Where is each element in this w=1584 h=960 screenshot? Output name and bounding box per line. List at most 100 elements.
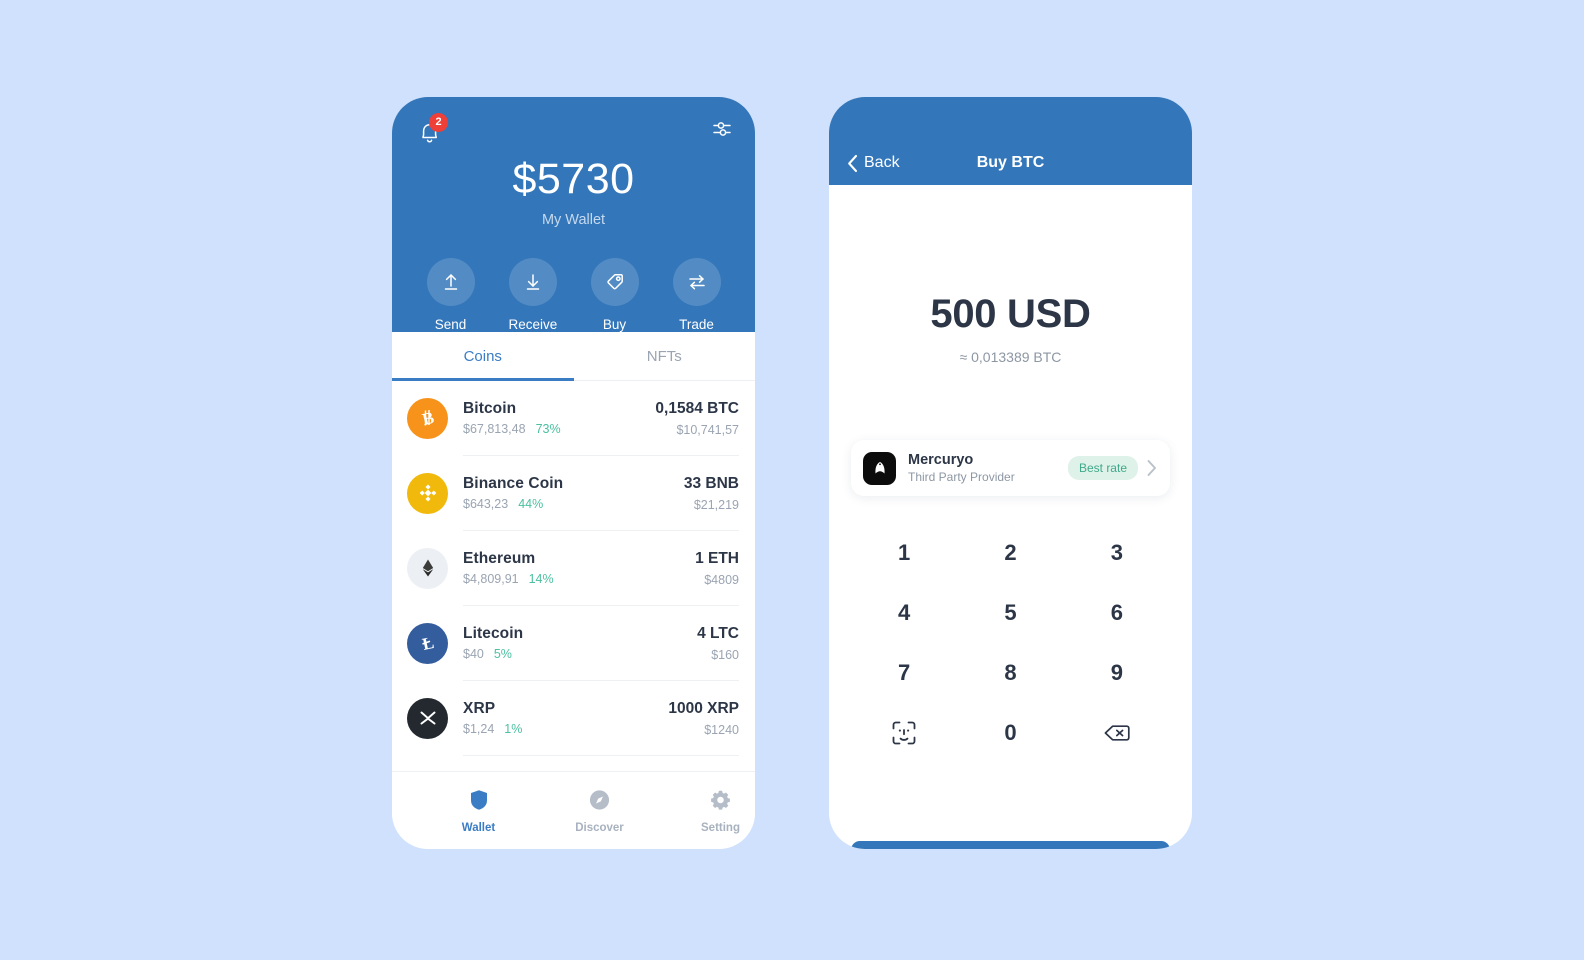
coin-info: Ethereum $4,809,91 14%	[463, 550, 695, 586]
tab-nfts[interactable]: NFTs	[574, 332, 756, 380]
table-row[interactable]: XRP $1,24 1% 1000 XRP $1240	[392, 681, 755, 755]
binance-coin-icon	[407, 472, 448, 514]
coin-value: $1240	[704, 722, 739, 737]
provider-text: Mercuryo Third Party Provider	[908, 452, 1068, 484]
xrp-icon	[407, 697, 448, 739]
coin-name: XRP	[463, 700, 496, 717]
arrow-up-send-icon	[444, 274, 457, 290]
buy-header: Back Buy BTC	[829, 97, 1192, 185]
coin-value: $4809	[704, 572, 739, 587]
coin-info: Bitcoin $67,813,48 73%	[463, 400, 655, 436]
coin-info: XRP $1,24 1%	[463, 700, 668, 736]
action-receive-circle	[508, 258, 557, 306]
key-9[interactable]: 9	[1064, 648, 1170, 698]
key-1[interactable]: 1	[851, 528, 957, 578]
action-trade-button[interactable]: Trade	[672, 258, 721, 332]
wallet-settings-button[interactable]	[711, 118, 733, 145]
bottom-navigation: Wallet Discover Setting	[392, 771, 755, 849]
coin-holdings: 1000 XRP $1240	[668, 700, 739, 737]
back-button[interactable]: Back	[847, 154, 900, 173]
next-button[interactable]: Next	[851, 841, 1170, 849]
coin-price: $4,809,91	[463, 572, 519, 586]
wallet-balance-amount: $5730	[512, 155, 635, 203]
action-send-button[interactable]: Send	[426, 258, 475, 332]
coin-price: $643,23	[463, 497, 509, 511]
bitcoin-icon: B	[407, 397, 448, 439]
coin-subline: $1,24 1%	[463, 722, 668, 736]
arrow-down-receive-icon	[526, 274, 539, 290]
table-row[interactable]: Ethereum $4,809,91 14% 1 ETH $4809	[392, 531, 755, 605]
tab-coins[interactable]: Coins	[392, 332, 574, 381]
table-row[interactable]: L Litecoin $40 5% 4 LTC $160	[392, 606, 755, 680]
coin-change: 73%	[535, 422, 561, 436]
buy-btc-phone-screen: Back Buy BTC 500 USD ≈ 0,013389 BTC Merc…	[829, 97, 1192, 849]
coin-holdings: 4 LTC $160	[697, 625, 739, 662]
coin-value: $21,219	[693, 497, 739, 512]
coin-change: 1%	[504, 722, 523, 736]
coin-subline: $67,813,48 73%	[463, 422, 655, 436]
key-0[interactable]: 0	[957, 708, 1063, 758]
nav-item-setting[interactable]: Setting	[686, 788, 755, 834]
nav-item-setting-label: Setting	[701, 821, 740, 834]
exchange-arrows-icon	[688, 275, 705, 290]
price-tag-icon	[606, 274, 623, 290]
coin-amount: 0,1584 BTC	[655, 399, 739, 417]
key-8[interactable]: 8	[957, 648, 1063, 698]
table-row[interactable]: B Bitcoin $67,813,48 73% 0,1584 BTC $10,…	[392, 381, 755, 455]
ethereum-icon	[407, 547, 448, 589]
nav-item-discover-label: Discover	[575, 821, 624, 834]
coin-value: $10,741,57	[676, 422, 739, 437]
notifications-button[interactable]: 2	[417, 113, 448, 146]
provider-subtitle: Third Party Provider	[908, 470, 1015, 484]
notifications-badge: 2	[429, 113, 448, 132]
chevron-left-icon	[848, 154, 858, 172]
chevron-right-icon	[1147, 460, 1156, 476]
divider	[463, 755, 739, 756]
coin-holdings: 0,1584 BTC $10,741,57	[655, 400, 739, 437]
key-4[interactable]: 4	[851, 588, 957, 638]
action-trade-circle	[672, 258, 721, 306]
nav-item-wallet-label: Wallet	[461, 821, 496, 834]
action-trade-label: Trade	[679, 317, 714, 332]
coin-info: Binance Coin $643,23 44%	[463, 475, 684, 511]
gear-icon	[711, 790, 730, 810]
coin-name: Ethereum	[463, 550, 536, 567]
coin-value: $160	[711, 647, 739, 662]
table-row[interactable]: Binance Coin $643,23 44% 33 BNB $21,219	[392, 456, 755, 530]
provider-selector[interactable]: Mercuryo Third Party Provider Best rate	[851, 440, 1170, 496]
key-7[interactable]: 7	[851, 648, 957, 698]
wallet-balance-label: My Wallet	[541, 212, 606, 228]
back-button-label: Back	[864, 154, 900, 171]
buy-navigation-bar: Back Buy BTC	[829, 141, 1192, 185]
coin-subline: $643,23 44%	[463, 497, 684, 511]
action-send-circle	[426, 258, 475, 306]
coin-amount: 1 ETH	[695, 549, 739, 567]
nav-item-wallet[interactable]: Wallet	[444, 788, 513, 834]
wallet-header: 2 $5730 My Wallet Send Receive Buy Trade	[392, 97, 755, 332]
key-3[interactable]: 3	[1064, 528, 1170, 578]
coin-list: B Bitcoin $67,813,48 73% 0,1584 BTC $10,…	[392, 381, 755, 756]
coin-amount: 1000 XRP	[668, 699, 739, 717]
action-receive-button[interactable]: Receive	[508, 258, 557, 332]
coin-price: $1,24	[463, 722, 495, 736]
key-6[interactable]: 6	[1064, 588, 1170, 638]
compass-icon	[589, 789, 610, 810]
wallet-header-top-row: 2	[392, 97, 755, 146]
key-5[interactable]: 5	[957, 588, 1063, 638]
action-buy-button[interactable]: Buy	[590, 258, 639, 332]
action-buy-label: Buy	[602, 317, 627, 332]
wallet-phone-screen: 2 $5730 My Wallet Send Receive Buy Trade…	[392, 97, 755, 849]
status-badge: Best rate	[1067, 456, 1138, 480]
face-id-icon	[892, 721, 916, 745]
provider-name: Mercuryo	[908, 452, 974, 468]
key-2[interactable]: 2	[957, 528, 1063, 578]
screenshot-canvas: 2 $5730 My Wallet Send Receive Buy Trade…	[0, 0, 1584, 960]
face-id-button[interactable]	[851, 708, 957, 758]
buy-amount-converted: ≈ 0,013389 BTC	[959, 349, 1062, 365]
backspace-button[interactable]	[1064, 708, 1170, 758]
buy-amount-value: 500 USD	[930, 292, 1091, 336]
coin-price: $67,813,48	[463, 422, 526, 436]
nav-item-discover[interactable]: Discover	[565, 788, 634, 834]
wallet-tabs: Coins NFTs	[392, 332, 755, 381]
coin-change: 44%	[518, 497, 544, 511]
